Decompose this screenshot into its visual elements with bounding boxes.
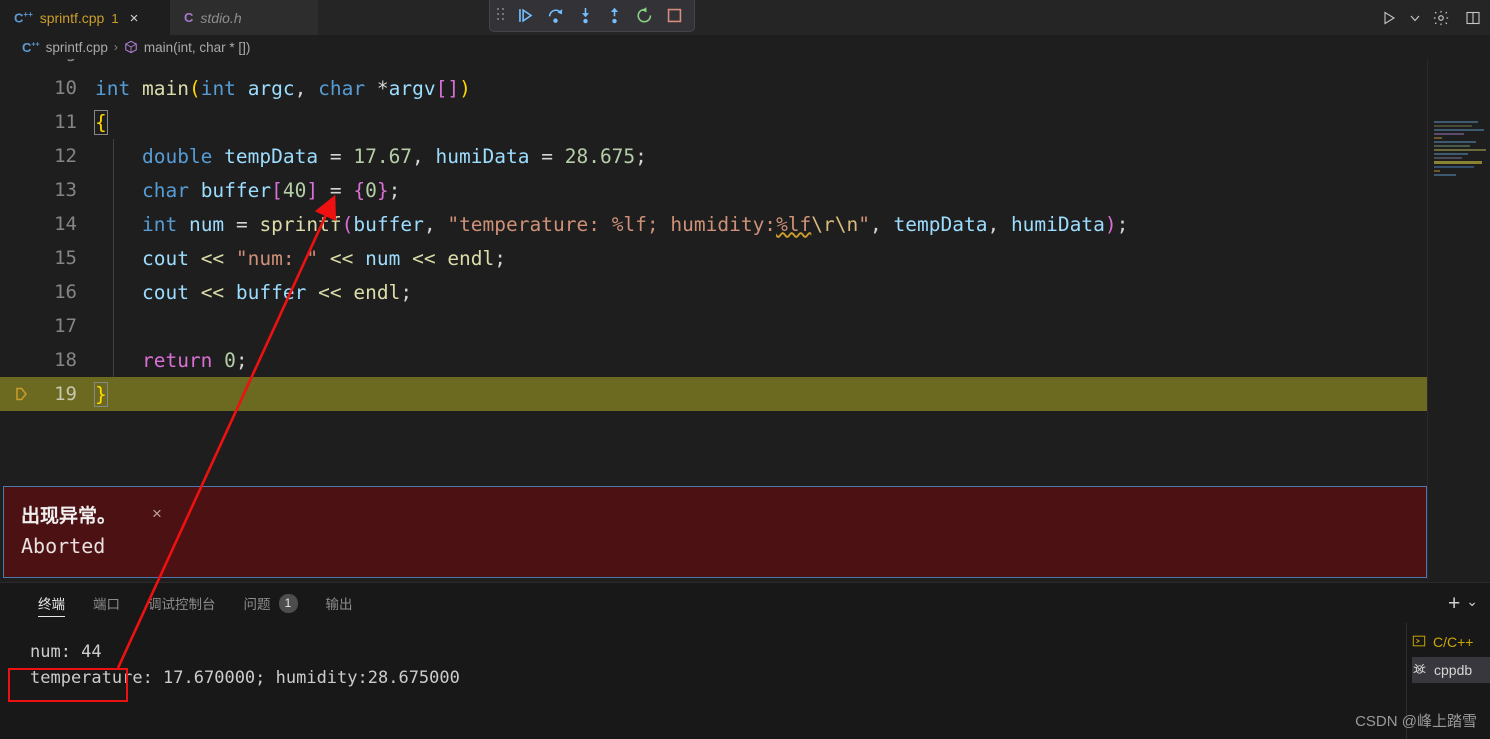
code-line-15[interactable]: 15 cout << "num: " << num << endl; [0, 241, 1428, 275]
cpp-file-icon: C++ [14, 10, 33, 25]
line-number: 13 [0, 179, 95, 201]
step-out-button[interactable] [602, 4, 628, 28]
terminal-list-item-cpp[interactable]: C/C++ [1412, 629, 1490, 655]
tab-label: stdio.h [200, 10, 241, 26]
panel-tab-label: 输出 [326, 593, 353, 613]
gear-icon[interactable] [1426, 3, 1456, 33]
c-file-icon: C [184, 10, 193, 25]
code-line-12[interactable]: 12 double tempData = 17.67, humiData = 2… [0, 139, 1428, 173]
exception-title: 出现异常。 [21, 501, 116, 528]
symbol-method-icon [124, 40, 138, 54]
line-number: 12 [0, 145, 95, 167]
breadcrumb: C++ sprintf.cpp › main(int, char * []) [0, 35, 1490, 59]
breadcrumb-symbol[interactable]: main(int, char * []) [124, 40, 251, 55]
code-text: double tempData = 17.67, humiData = 28.6… [95, 145, 647, 168]
tab-label: sprintf.cpp [40, 10, 105, 26]
chevron-right-icon: › [114, 40, 118, 54]
tab-problem-count: 1 [111, 11, 118, 26]
line-number: 11 [0, 111, 95, 133]
code-text: int num = sprintf(buffer, "temperature: … [95, 213, 1128, 236]
line-number: 18 [0, 349, 95, 371]
code-line-17[interactable]: 17 [0, 309, 1428, 343]
line-number: 15 [0, 247, 95, 269]
panel-tab-label: 终端 [38, 593, 65, 613]
chevron-down-icon[interactable] [1406, 3, 1424, 33]
code-editor[interactable]: 9 10 int main(int argc, char *argv[]) 11… [0, 59, 1490, 580]
debug-toolbar[interactable] [489, 0, 695, 32]
code-line-11[interactable]: 11 { [0, 105, 1428, 139]
terminal-list-item-label: C/C++ [1433, 634, 1473, 650]
run-button[interactable] [1374, 3, 1404, 33]
stop-button[interactable] [661, 4, 687, 28]
restart-button[interactable] [632, 4, 658, 28]
annotation-highlight-box [8, 668, 128, 702]
line-number: 10 [0, 77, 95, 99]
close-icon[interactable]: × [130, 11, 139, 26]
code-line-16[interactable]: 16 cout << buffer << endl; [0, 275, 1428, 309]
breadcrumb-symbol-label: main(int, char * []) [144, 40, 251, 55]
split-editor-icon[interactable] [1458, 3, 1488, 33]
step-into-button[interactable] [572, 4, 598, 28]
panel-tab-list: 终端 端口 调试控制台 问题 1 输出 [0, 583, 367, 623]
debug-bug-icon [1412, 661, 1427, 679]
tab-stdio-h[interactable]: C stdio.h [170, 0, 318, 35]
code-text: cout << "num: " << num << endl; [95, 247, 506, 270]
code-line-19[interactable]: 19 } [0, 377, 1428, 411]
code-lines: 9 10 int main(int argc, char *argv[]) 11… [0, 59, 1428, 411]
line-number: 14 [0, 213, 95, 235]
code-text: return 0; [95, 349, 248, 372]
code-text: } [95, 383, 107, 406]
panel-tab-ports[interactable]: 端口 [79, 583, 134, 623]
bottom-panel: 终端 端口 调试控制台 问题 1 输出 num: 44 temperature:… [0, 582, 1490, 739]
panel-tab-debug-console[interactable]: 调试控制台 [134, 583, 230, 623]
terminal-list-item-label: cppdb [1434, 662, 1472, 678]
code-line-10[interactable]: 10 int main(int argc, char *argv[]) [0, 71, 1428, 105]
code-text: { [95, 111, 107, 134]
terminal-icon [1412, 634, 1426, 651]
code-text: int main(int argc, char *argv[]) [95, 77, 471, 100]
plus-icon: + [1448, 593, 1460, 614]
code-line-14[interactable]: 14 int num = sprintf(buffer, "temperatur… [0, 207, 1428, 241]
panel-tab-output[interactable]: 输出 [312, 583, 367, 623]
breadcrumb-file-label: sprintf.cpp [46, 40, 108, 55]
cpp-file-icon: C++ [22, 40, 40, 55]
panel-tab-label: 调试控制台 [148, 593, 216, 613]
tab-sprintf-cpp[interactable]: C++ sprintf.cpp 1 × [0, 0, 170, 35]
panel-tab-label: 端口 [93, 593, 120, 613]
new-terminal-button[interactable]: + ⌄ [1448, 593, 1478, 614]
minimap[interactable] [1428, 118, 1490, 248]
code-line-13[interactable]: 13 char buffer[40] = {0}; [0, 173, 1428, 207]
editor-tab-bar: C++ sprintf.cpp 1 × C stdio.h [0, 0, 1490, 35]
code-text: cout << buffer << endl; [95, 281, 412, 304]
exception-message: Aborted [21, 534, 105, 558]
panel-tab-terminal[interactable]: 终端 [24, 583, 79, 623]
status-badge: 1 [279, 594, 298, 613]
line-number: 16 [0, 281, 95, 303]
code-text: char buffer[40] = {0}; [95, 179, 400, 202]
terminal-list-item-cppdbg[interactable]: cppdb [1412, 657, 1490, 683]
editor-actions [1374, 0, 1490, 35]
editor-minimap-divider [1427, 59, 1428, 580]
code-line-18[interactable]: 18 return 0; [0, 343, 1428, 377]
exception-peek-widget: 出现异常。 × Aborted [3, 486, 1427, 578]
line-number: 17 [0, 315, 95, 337]
vscode-window: C++ sprintf.cpp 1 × C stdio.h [0, 0, 1490, 739]
panel-tab-label: 问题 [244, 593, 271, 613]
breadcrumb-file[interactable]: C++ sprintf.cpp [22, 40, 108, 55]
terminal-line: num: 44 [0, 639, 460, 665]
code-line-9[interactable]: 9 [0, 59, 1428, 71]
drag-handle-icon[interactable] [497, 8, 507, 24]
debug-current-line-icon [10, 377, 32, 411]
continue-button[interactable] [513, 4, 539, 28]
step-over-button[interactable] [543, 4, 569, 28]
watermark: CSDN @峰上踏雪 [1355, 710, 1477, 731]
panel-tab-problems[interactable]: 问题 1 [230, 583, 312, 623]
close-icon[interactable]: × [152, 505, 162, 522]
chevron-down-icon: ⌄ [1466, 594, 1478, 608]
